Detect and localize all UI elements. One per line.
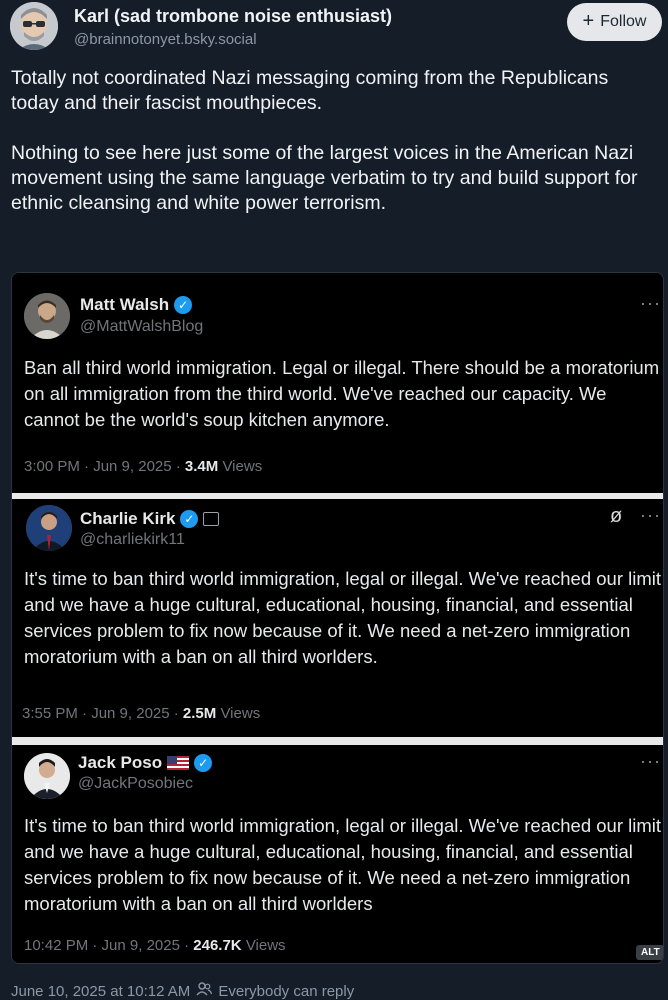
tweet-author-handle: @MattWalshBlog xyxy=(80,318,204,335)
tweet-author-handle: @JackPosobiec xyxy=(78,775,193,792)
author-avatar[interactable] xyxy=(10,2,58,50)
people-icon xyxy=(196,982,213,1000)
post-text: Totally not coordinated Nazi messaging c… xyxy=(11,66,651,216)
tweet-avatar xyxy=(24,753,70,799)
more-options-icon: ··· xyxy=(640,505,661,525)
tweet-views-count: 246.7K xyxy=(193,937,242,954)
post-paragraph: Nothing to see here just some of the lar… xyxy=(11,142,638,214)
tweet-views-label: Views xyxy=(222,458,263,475)
tweet-text: It's time to ban third world immigration… xyxy=(24,815,662,914)
divider xyxy=(12,737,663,745)
grok-icon: ø xyxy=(610,505,623,527)
tweet-views-count: 2.5M xyxy=(182,705,217,722)
follow-label: Follow xyxy=(600,13,647,30)
tweet-views-count: 3.4M xyxy=(184,458,219,475)
post-timestamp[interactable]: June 10, 2025 at 10:12 AM xyxy=(11,983,190,1000)
tweet-text: Ban all third world immigration. Legal o… xyxy=(24,357,660,430)
us-flag-icon xyxy=(167,756,190,770)
tweet-views-label: Views xyxy=(245,937,286,954)
tweet-avatar xyxy=(26,505,72,551)
tweet-meta: 3:00 PM · Jun 9, 2025 · 3.4M Views xyxy=(24,458,262,475)
post-header: Karl (sad trombone noise enthusiast) @br… xyxy=(0,0,668,60)
embedded-tweet: Jack Poso ✓ @JackPosobiec ··· It's time … xyxy=(12,745,663,963)
tweet-avatar xyxy=(24,293,70,339)
more-options-icon: ··· xyxy=(640,293,661,313)
tweet-meta: 10:42 PM · Jun 9, 2025 · 246.7K Views xyxy=(24,937,286,954)
post-paragraph: Totally not coordinated Nazi messaging c… xyxy=(11,67,609,114)
post-footer: June 10, 2025 at 10:12 AM Everybody can … xyxy=(11,982,354,1000)
author-handle[interactable]: @brainnotonyet.bsky.social xyxy=(74,31,257,48)
tweet-time: 3:55 PM · Jun 9, 2025 · xyxy=(22,705,183,722)
more-options-icon: ··· xyxy=(640,751,661,771)
tweet-views-label: Views xyxy=(220,705,261,722)
tweet-time: 3:00 PM · Jun 9, 2025 · xyxy=(24,458,185,475)
tweet-author-name: Matt Walsh ✓ xyxy=(80,295,193,315)
tweet-author-label: Matt Walsh xyxy=(80,295,170,314)
embedded-image[interactable]: Matt Walsh ✓ @MattWalshBlog ··· Ban all … xyxy=(11,272,664,964)
affiliate-badge-icon xyxy=(203,512,220,526)
tweet-time: 10:42 PM · Jun 9, 2025 · xyxy=(24,937,194,954)
tweet-author-label: Charlie Kirk xyxy=(80,509,176,528)
verified-badge-icon: ✓ xyxy=(174,296,193,314)
embedded-tweet: Charlie Kirk ✓ @charliekirk11 ø ··· It's… xyxy=(12,499,663,737)
tweet-text: It's time to ban third world immigration… xyxy=(24,568,662,667)
tweet-author-name: Jack Poso ✓ xyxy=(78,753,213,773)
tweet-meta: 3:55 PM · Jun 9, 2025 · 2.5M Views xyxy=(22,705,260,722)
tweet-author-handle: @charliekirk11 xyxy=(80,531,185,548)
plus-icon: + xyxy=(582,10,595,32)
alt-badge[interactable]: ALT xyxy=(636,945,663,960)
follow-button[interactable]: + Follow xyxy=(567,3,662,41)
verified-badge-icon: ✓ xyxy=(180,510,199,528)
reply-setting[interactable]: Everybody can reply xyxy=(218,983,354,1000)
tweet-author-name: Charlie Kirk ✓ xyxy=(80,509,220,529)
verified-badge-icon: ✓ xyxy=(194,754,213,772)
tweet-author-label: Jack Poso xyxy=(78,753,163,772)
embedded-tweet: Matt Walsh ✓ @MattWalshBlog ··· Ban all … xyxy=(12,273,663,493)
author-name[interactable]: Karl (sad trombone noise enthusiast) xyxy=(74,6,392,27)
